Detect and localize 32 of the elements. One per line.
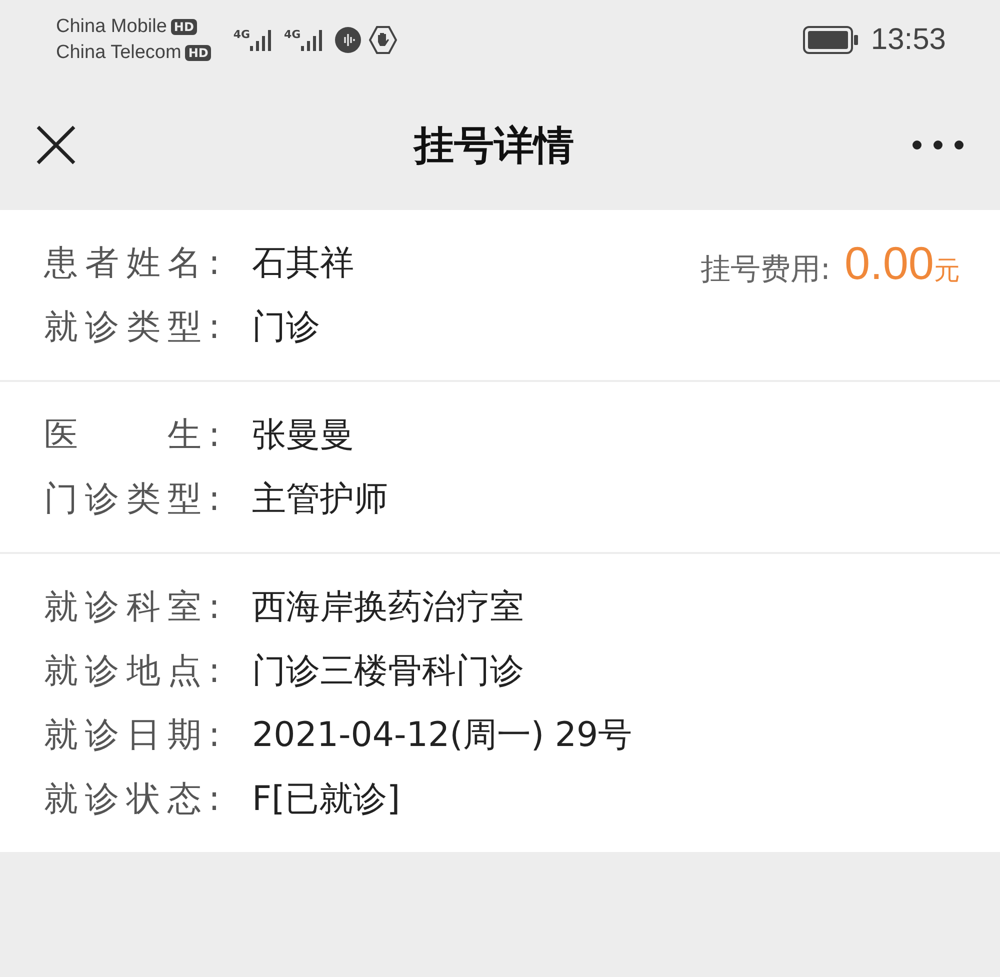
field-label: 就诊地点: — [44, 650, 220, 693]
field-label: 就诊类型: — [44, 306, 220, 349]
fee-label: 挂号费用: — [700, 251, 830, 289]
fee-unit: 元 — [934, 255, 960, 288]
field-value: 2021-04-12(周一) 29号 — [252, 714, 632, 757]
field-value: 主管护师 — [252, 478, 388, 521]
field-label: 医 生: — [44, 414, 220, 457]
clock-time: 13:53 — [870, 23, 946, 57]
hd-badge: HD — [185, 45, 212, 61]
close-icon[interactable] — [36, 125, 76, 165]
hand-icon — [368, 26, 397, 54]
field-label: 患者姓名: — [44, 242, 220, 285]
field-value: 门诊 — [252, 306, 320, 349]
field-value: 石其祥 — [252, 242, 354, 285]
network-type: 4G — [233, 28, 250, 41]
battery-icon — [802, 26, 859, 54]
field-label: 就诊日期: — [44, 714, 220, 757]
field-value: F[已就诊] — [252, 778, 400, 821]
field-value: 西海岸换药治疗室 — [252, 586, 524, 629]
hd-badge: HD — [170, 19, 197, 35]
carrier-name: China Telecom — [56, 42, 182, 64]
field-value: 张曼曼 — [252, 414, 354, 457]
field-label: 就诊状态: — [44, 778, 220, 821]
page-title: 挂号详情 — [414, 122, 574, 170]
carrier-name: China Mobile — [56, 16, 167, 38]
field-label: 门诊类型: — [44, 478, 220, 521]
sound-wave-icon — [334, 27, 361, 53]
field-label: 就诊科室: — [44, 586, 220, 629]
more-icon[interactable] — [912, 140, 964, 150]
field-value: 门诊三楼骨科门诊 — [252, 650, 524, 693]
network-type: 4G — [284, 28, 301, 41]
fee-amount: 0.00 — [844, 236, 934, 290]
